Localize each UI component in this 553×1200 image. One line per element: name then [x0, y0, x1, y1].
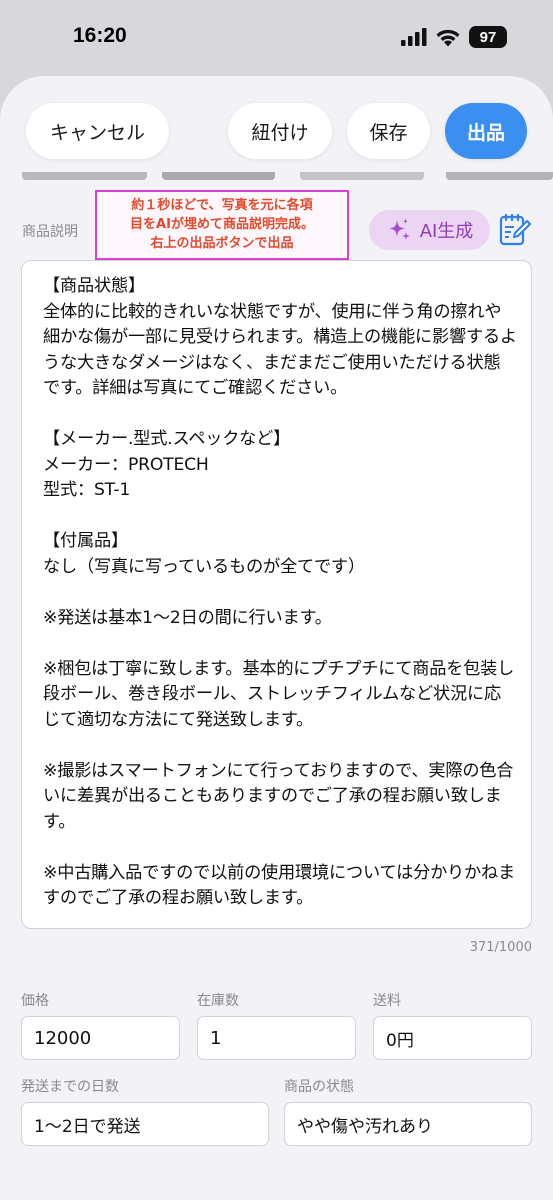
stock-label: 在庫数 — [197, 993, 239, 1009]
condition-label: 商品の状態 — [284, 1079, 354, 1095]
shipping-fee-label: 送料 — [373, 993, 401, 1009]
status-bar: 16:20 97 — [0, 0, 553, 76]
status-time: 16:20 — [73, 24, 127, 47]
photo-thumbnail[interactable] — [300, 172, 424, 180]
callout-line: 約１秒ほどで、写真を元に各項 — [131, 198, 313, 213]
character-counter: 371/1000 — [469, 940, 532, 955]
price-label: 価格 — [21, 993, 49, 1009]
status-icons: 97 — [401, 26, 507, 48]
publish-button[interactable]: 出品 — [445, 103, 527, 159]
listing-sheet: キャンセル 紐付け 保存 出品 商品説明 約１秒ほどで、写真を元に各項 目をAI… — [0, 76, 553, 1200]
price-input[interactable]: 12000 — [21, 1016, 180, 1060]
condition-select[interactable]: やや傷や汚れあり — [284, 1102, 532, 1146]
photo-thumbnail[interactable] — [22, 172, 147, 180]
battery-indicator: 97 — [469, 26, 507, 48]
description-textarea[interactable]: 【商品状態】 全体的に比較的きれいな状態ですが、使用に伴う角の擦れや細かな傷が一… — [21, 260, 532, 929]
cellular-signal-icon — [401, 28, 427, 46]
stock-input[interactable]: 1 — [197, 1016, 356, 1060]
edit-note-icon[interactable] — [499, 212, 531, 246]
shipping-fee-input[interactable]: 0円 — [373, 1016, 532, 1060]
description-text: 【商品状態】 全体的に比較的きれいな状態ですが、使用に伴う角の擦れや細かな傷が一… — [43, 276, 517, 908]
callout-line: 右上の出品ボタンで出品 — [150, 236, 294, 251]
shipping-days-select[interactable]: 1〜2日で発送 — [21, 1102, 269, 1146]
ai-generate-label: AI生成 — [419, 221, 474, 242]
callout-line: 目をAIが埋めて商品説明完成。 — [130, 217, 314, 232]
photo-thumbnail[interactable] — [162, 172, 275, 180]
link-button[interactable]: 紐付け — [228, 103, 332, 159]
save-button[interactable]: 保存 — [347, 103, 430, 159]
photo-thumbnail[interactable] — [446, 172, 553, 180]
ai-generate-button[interactable]: AI生成 — [369, 210, 490, 250]
description-label: 商品説明 — [22, 224, 78, 240]
wifi-icon — [436, 29, 460, 46]
shipping-days-label: 発送までの日数 — [21, 1079, 119, 1095]
photo-strip[interactable] — [0, 172, 553, 180]
cancel-button[interactable]: キャンセル — [26, 103, 169, 159]
annotation-callout: 約１秒ほどで、写真を元に各項 目をAIが埋めて商品説明完成。 右上の出品ボタンで… — [95, 190, 349, 260]
sparkles-icon — [388, 218, 410, 240]
